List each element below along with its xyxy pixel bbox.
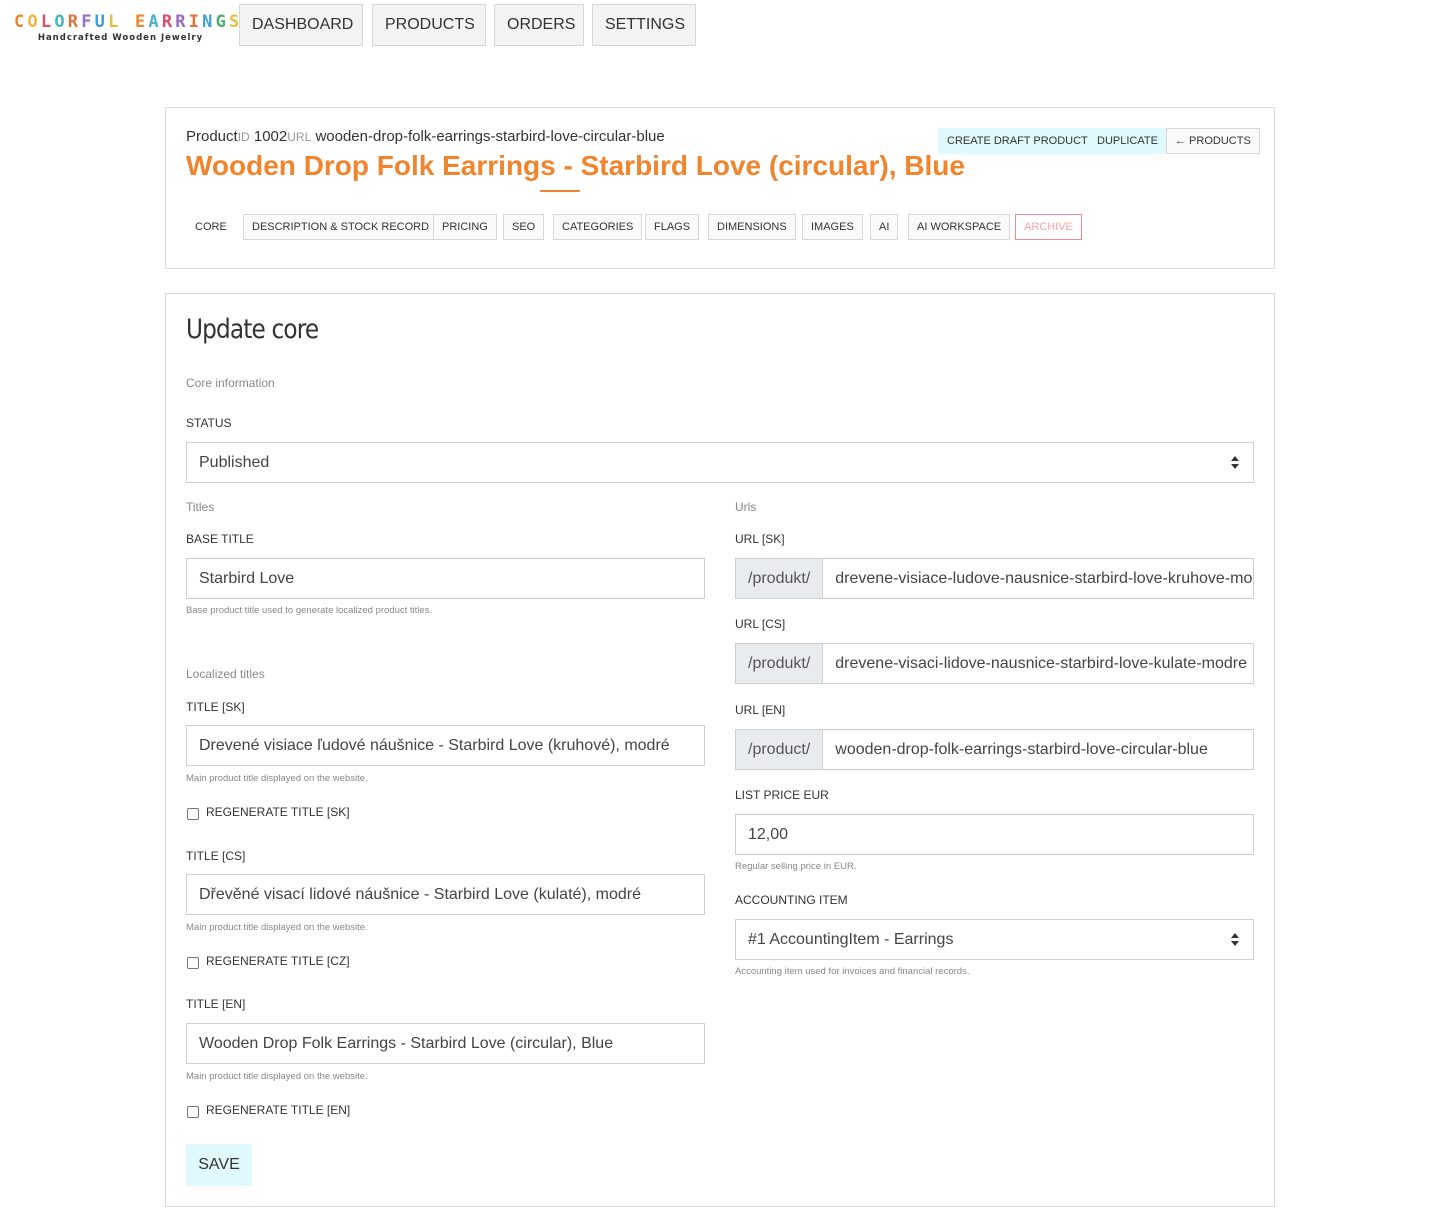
status-label: STATUS bbox=[186, 416, 232, 430]
base-title-help: Base product title used to generate loca… bbox=[186, 605, 433, 616]
list-price-help: Regular selling price in EUR. bbox=[735, 861, 857, 872]
tab-flags[interactable]: FLAGS bbox=[645, 214, 700, 240]
tab-description-stock[interactable]: DESCRIPTION & STOCK RECORD bbox=[243, 214, 439, 240]
regenerate-title-sk-checkbox[interactable] bbox=[187, 808, 199, 820]
core-information-label: Core information bbox=[186, 376, 275, 390]
brand-letter bbox=[122, 12, 135, 32]
brand-letter: F bbox=[81, 12, 95, 32]
regenerate-title-en-checkbox[interactable] bbox=[187, 1106, 199, 1118]
url-sk-prefix: /produkt/ bbox=[736, 559, 824, 598]
brand-letter: R bbox=[175, 12, 189, 32]
brand-letter: O bbox=[54, 12, 68, 32]
url-sk-label: URL [SK] bbox=[735, 532, 785, 546]
url-en-prefix: /product/ bbox=[736, 730, 824, 769]
brand-letter: A bbox=[148, 12, 162, 32]
product-header-panel: ProductID 1002URL wooden-drop-folk-earri… bbox=[165, 107, 1275, 269]
url-en-group: /product/ wooden-drop-folk-earrings-star… bbox=[735, 729, 1254, 770]
title-en-input[interactable]: Wooden Drop Folk Earrings - Starbird Lov… bbox=[186, 1023, 705, 1064]
status-select-value: Published bbox=[199, 454, 270, 471]
tab-archive[interactable]: ARCHIVE bbox=[1015, 214, 1082, 240]
list-price-label: LIST PRICE EUR bbox=[735, 788, 829, 802]
url-en-label: URL [EN] bbox=[735, 703, 786, 717]
title-sk-help: Main product title displayed on the webs… bbox=[186, 773, 368, 784]
title-en-label: TITLE [EN] bbox=[186, 997, 246, 1011]
product-title: Wooden Drop Folk Earrings - Starbird Lov… bbox=[186, 150, 965, 181]
tab-ai[interactable]: AI bbox=[870, 214, 899, 240]
tab-pricing[interactable]: PRICING bbox=[433, 214, 497, 240]
tab-dimensions[interactable]: DIMENSIONS bbox=[708, 214, 796, 240]
brand-letter: L bbox=[40, 12, 55, 32]
product-id-label: ID bbox=[237, 130, 250, 144]
nav-settings[interactable]: SETTINGS bbox=[592, 4, 696, 46]
brand-logo[interactable]: COLORFUL EARRINGS Handcrafted Wooden Jew… bbox=[14, 12, 239, 43]
nav-products[interactable]: PRODUCTS bbox=[372, 4, 486, 46]
nav-orders[interactable]: ORDERS bbox=[494, 4, 584, 46]
title-en-help: Main product title displayed on the webs… bbox=[186, 1071, 368, 1082]
select-arrows-icon bbox=[1231, 933, 1239, 947]
tab-images[interactable]: IMAGES bbox=[802, 214, 863, 240]
regenerate-title-cz-checkbox[interactable] bbox=[187, 957, 199, 969]
accounting-item-label: ACCOUNTING ITEM bbox=[735, 893, 848, 907]
regenerate-title-en-label[interactable]: REGENERATE TITLE [EN] bbox=[206, 1103, 350, 1117]
tab-seo[interactable]: SEO bbox=[503, 214, 545, 240]
accounting-item-select[interactable]: #1 AccountingItem - Earrings bbox=[735, 919, 1254, 960]
brand-letter: E bbox=[134, 12, 149, 32]
title-cs-input[interactable]: Dřevěné visací lidové náušnice - Starbir… bbox=[186, 874, 705, 915]
create-draft-product-button[interactable]: CREATE DRAFT PRODUCT bbox=[938, 128, 1097, 154]
product-url: wooden-drop-folk-earrings-starbird-love-… bbox=[315, 128, 665, 145]
status-select[interactable]: Published bbox=[186, 442, 1254, 483]
url-en-input[interactable]: wooden-drop-folk-earrings-starbird-love-… bbox=[823, 730, 1253, 769]
title-cs-label: TITLE [CS] bbox=[186, 849, 246, 863]
form-title: Update core bbox=[186, 314, 319, 345]
brand-letter: U bbox=[94, 12, 109, 32]
title-sk-label: TITLE [SK] bbox=[186, 700, 245, 714]
duplicate-button[interactable]: DUPLICATE bbox=[1088, 128, 1167, 154]
url-cs-label: URL [CS] bbox=[735, 617, 786, 631]
url-sk-input[interactable]: drevene-visiace-ludove-nausnice-starbird… bbox=[823, 559, 1253, 598]
accounting-item-value: #1 AccountingItem - Earrings bbox=[748, 931, 954, 948]
localized-titles-label: Localized titles bbox=[186, 667, 265, 681]
brand-letter: C bbox=[14, 12, 28, 32]
brand-letter: R bbox=[67, 12, 82, 32]
brand-wordmark: COLORFUL EARRINGS bbox=[14, 12, 239, 32]
tab-ai-workspace[interactable]: AI WORKSPACE bbox=[908, 214, 1011, 240]
product-meta-label: Product bbox=[186, 128, 238, 145]
nav-dashboard[interactable]: DASHBOARD bbox=[239, 4, 363, 46]
url-cs-prefix: /produkt/ bbox=[736, 644, 824, 683]
urls-section-label: Urls bbox=[735, 500, 757, 514]
base-title-label: BASE TITLE bbox=[186, 532, 254, 546]
title-underline bbox=[540, 190, 580, 192]
url-sk-group: /produkt/ drevene-visiace-ludove-nausnic… bbox=[735, 558, 1254, 599]
tab-core[interactable]: CORE bbox=[186, 214, 236, 240]
brand-letter: G bbox=[215, 12, 229, 32]
top-navigation: COLORFUL EARRINGS Handcrafted Wooden Jew… bbox=[0, 0, 1440, 60]
brand-letter: I bbox=[188, 12, 203, 32]
url-cs-group: /produkt/ drevene-visaci-lidove-nausnice… bbox=[735, 643, 1254, 684]
title-cs-help: Main product title displayed on the webs… bbox=[186, 922, 368, 933]
titles-section-label: Titles bbox=[186, 500, 215, 514]
product-url-label: URL bbox=[287, 130, 312, 144]
list-price-input[interactable]: 12,00 bbox=[735, 814, 1254, 855]
regenerate-title-cz-label[interactable]: REGENERATE TITLE [CZ] bbox=[206, 954, 350, 968]
update-core-form: Update core Core information STATUS Publ… bbox=[165, 293, 1275, 1207]
url-cs-input[interactable]: drevene-visaci-lidove-nausnice-starbird-… bbox=[823, 644, 1253, 683]
back-to-products-button[interactable]: ← PRODUCTS bbox=[1166, 128, 1260, 154]
base-title-input[interactable]: Starbird Love bbox=[186, 558, 705, 599]
brand-letter: N bbox=[202, 12, 216, 32]
select-arrows-icon bbox=[1231, 456, 1239, 470]
brand-letter: L bbox=[108, 12, 122, 32]
product-id: 1002 bbox=[253, 128, 288, 145]
brand-tagline: Handcrafted Wooden Jewelry bbox=[37, 33, 204, 43]
brand-letter: R bbox=[161, 12, 176, 32]
regenerate-title-sk-label[interactable]: REGENERATE TITLE [SK] bbox=[206, 805, 350, 819]
save-button[interactable]: SAVE bbox=[186, 1144, 252, 1186]
title-sk-input[interactable]: Drevené visiace ľudové náušnice - Starbi… bbox=[186, 725, 705, 766]
product-meta: ProductID 1002URL wooden-drop-folk-earri… bbox=[186, 128, 665, 145]
accounting-item-help: Accounting item used for invoices and fi… bbox=[735, 966, 970, 977]
brand-letter: O bbox=[27, 12, 41, 32]
tab-categories[interactable]: CATEGORIES bbox=[553, 214, 643, 240]
